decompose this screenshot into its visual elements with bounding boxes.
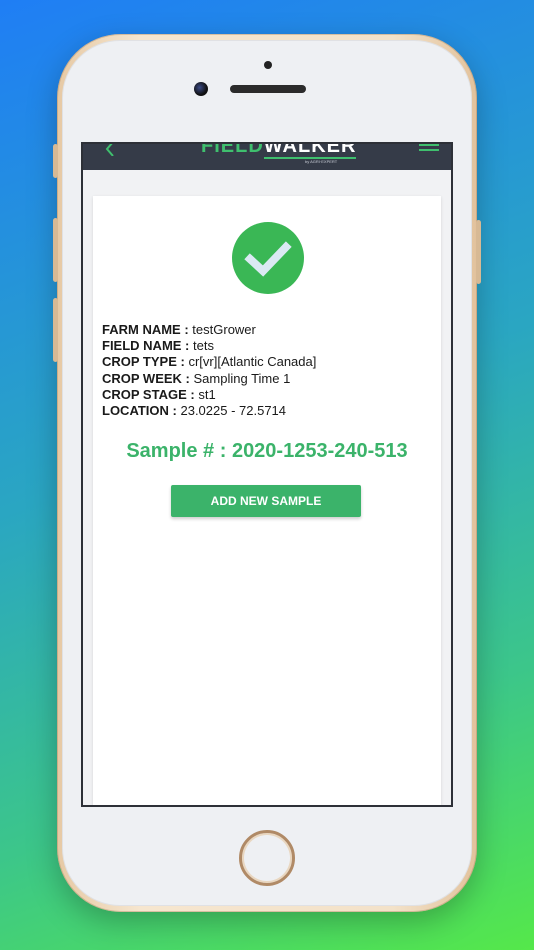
crop-type-row: CROP TYPE : cr[vr][Atlantic Canada] bbox=[102, 354, 316, 370]
add-new-sample-button[interactable]: ADD NEW SAMPLE bbox=[171, 485, 361, 517]
sample-confirmation-card: FARM NAME : testGrower FIELD NAME : tets… bbox=[93, 196, 441, 805]
phone-volume-down bbox=[53, 298, 58, 362]
crop-week-value: Sampling Time 1 bbox=[193, 370, 291, 386]
sample-details: FARM NAME : testGrower FIELD NAME : tets… bbox=[102, 322, 316, 419]
logo-subtitle: by AGRI·EXPERT bbox=[305, 159, 338, 164]
field-name-label: FIELD NAME : bbox=[102, 338, 190, 354]
hamburger-menu-icon[interactable] bbox=[419, 144, 439, 156]
app-header: FIELDWALKER by AGRI·EXPERT bbox=[83, 144, 451, 170]
field-name-row: FIELD NAME : tets bbox=[102, 338, 316, 354]
front-camera bbox=[194, 82, 208, 96]
farm-name-value: testGrower bbox=[192, 322, 256, 337]
phone-power-button bbox=[476, 220, 481, 284]
location-label: LOCATION : bbox=[102, 403, 177, 419]
earpiece-speaker bbox=[230, 85, 306, 93]
farm-name-label: FARM NAME : bbox=[102, 322, 189, 337]
home-button[interactable] bbox=[239, 830, 295, 886]
crop-stage-value: st1 bbox=[198, 386, 216, 402]
crop-week-label: CROP WEEK : bbox=[102, 370, 190, 386]
crop-week-row: CROP WEEK : Sampling Time 1 bbox=[102, 371, 316, 387]
farm-name-row: FARM NAME : testGrower bbox=[102, 322, 316, 338]
success-check-badge bbox=[232, 222, 304, 294]
app-screen: FIELDWALKER by AGRI·EXPERT FARM NAME : t… bbox=[81, 142, 453, 807]
crop-type-value: cr[vr][Atlantic Canada] bbox=[188, 354, 317, 370]
phone-volume-up bbox=[53, 218, 58, 282]
location-row: LOCATION : 23.0225 - 72.5714 bbox=[102, 403, 316, 419]
crop-type-label: CROP TYPE : bbox=[102, 354, 185, 370]
sample-number: Sample # : 2020-1253-240-513 bbox=[126, 440, 408, 462]
proximity-sensor bbox=[264, 61, 272, 69]
phone-silent-switch bbox=[53, 144, 58, 178]
checkmark-icon bbox=[244, 241, 292, 277]
app-logo: FIELDWALKER bbox=[201, 142, 357, 159]
back-arrow-icon[interactable] bbox=[103, 142, 117, 156]
crop-stage-row: CROP STAGE : st1 bbox=[102, 387, 316, 403]
field-name-value: tets bbox=[193, 338, 214, 354]
logo-walker-text: WALKER bbox=[263, 144, 357, 159]
location-value: 23.0225 - 72.5714 bbox=[180, 403, 287, 419]
crop-stage-label: CROP STAGE : bbox=[102, 386, 195, 402]
logo-field-text: FIELD bbox=[201, 142, 264, 157]
